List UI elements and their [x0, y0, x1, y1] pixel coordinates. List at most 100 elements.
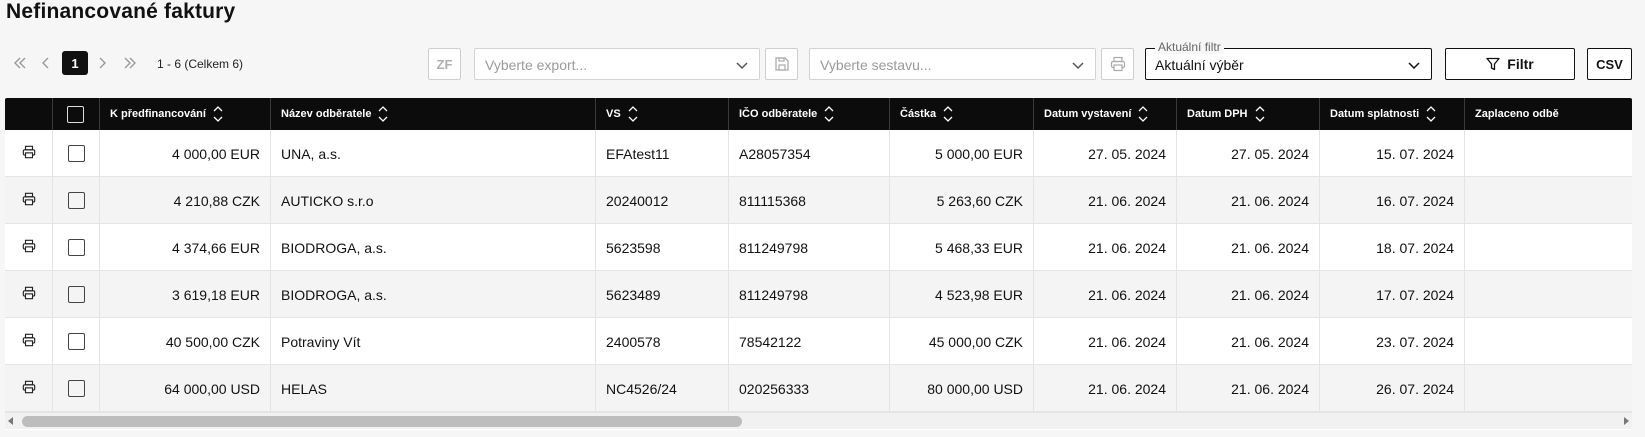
- table-header: K předfinancování Název odběratele VS IČO o…: [5, 98, 1632, 130]
- sort-icon[interactable]: [213, 104, 223, 124]
- cell-datum-vystaveni: 21. 06. 2024: [1034, 365, 1177, 412]
- table-row[interactable]: 40 500,00 CZK Potraviny Vít 2400578 7854212…: [5, 318, 1632, 365]
- horizontal-scrollbar[interactable]: [5, 412, 1632, 429]
- sort-icon[interactable]: [378, 104, 388, 124]
- cell-nazev-odberatele: BIODROGA, a.s.: [271, 271, 596, 318]
- row-select-cell: [53, 177, 100, 224]
- row-checkbox[interactable]: [67, 192, 85, 209]
- printer-icon[interactable]: [22, 333, 36, 350]
- sestava-select[interactable]: Vyberte sestavu...: [809, 48, 1096, 80]
- double-chevron-left-icon: [14, 57, 26, 69]
- column-header-k-predfinancovani[interactable]: K předfinancování: [100, 98, 271, 130]
- filter-icon: [1486, 57, 1500, 71]
- prev-page-button[interactable]: [37, 51, 55, 75]
- printer-icon[interactable]: [22, 239, 36, 256]
- sort-icon[interactable]: [1255, 104, 1265, 124]
- last-page-button[interactable]: [120, 51, 140, 75]
- column-header-datum-splatnosti[interactable]: Datum splatnosti: [1320, 98, 1465, 130]
- table-row[interactable]: 4 374,66 EUR BIODROGA, a.s. 5623598 8112497…: [5, 224, 1632, 271]
- cell-vs: 5623598: [596, 224, 729, 271]
- table-row[interactable]: 4 210,88 CZK AUTICKO s.r.o 20240012 8111153…: [5, 177, 1632, 224]
- cell-datum-splatnosti: 18. 07. 2024: [1320, 224, 1465, 271]
- table-row[interactable]: 4 000,00 EUR UNA, a.s. EFAtest11 A28057354 5…: [5, 130, 1632, 177]
- column-header-label: Název odběratele: [281, 108, 372, 120]
- row-checkbox[interactable]: [67, 239, 85, 256]
- sort-icon[interactable]: [824, 104, 834, 124]
- first-page-button[interactable]: [10, 51, 30, 75]
- column-header-vs[interactable]: VS: [596, 98, 729, 130]
- filter-button[interactable]: Filtr: [1445, 48, 1575, 80]
- double-chevron-right-icon: [124, 57, 136, 69]
- scroll-left-arrow[interactable]: [8, 417, 13, 425]
- scroll-right-arrow[interactable]: [1624, 417, 1629, 425]
- row-print-cell: [5, 130, 53, 177]
- column-header-label: VS: [606, 108, 621, 120]
- row-select-cell: [53, 271, 100, 318]
- cell-datum-vystaveni: 21. 06. 2024: [1034, 271, 1177, 318]
- save-icon: [774, 57, 789, 71]
- sort-icon[interactable]: [1138, 104, 1148, 124]
- column-header-label: Datum splatnosti: [1330, 108, 1420, 120]
- export-select[interactable]: Vyberte export...: [474, 48, 760, 80]
- cell-castka: 4 523,98 EUR: [890, 271, 1034, 318]
- current-filter-label: Aktuální filtr: [1155, 40, 1224, 54]
- column-header-label: IČO odběratele: [739, 108, 818, 120]
- printer-icon[interactable]: [22, 286, 36, 303]
- column-header-zaplaceno[interactable]: Zaplaceno odbě: [1465, 98, 1632, 130]
- row-checkbox[interactable]: [67, 333, 85, 350]
- cell-vs: EFAtest11: [596, 130, 729, 177]
- cell-nazev-odberatele: AUTICKO s.r.o: [271, 177, 596, 224]
- cell-datum-splatnosti: 16. 07. 2024: [1320, 177, 1465, 224]
- cell-castka: 5 263,60 CZK: [890, 177, 1034, 224]
- cell-datum-dph: 21. 06. 2024: [1177, 177, 1320, 224]
- sort-icon[interactable]: [1426, 104, 1436, 124]
- row-checkbox[interactable]: [67, 286, 85, 303]
- cell-ico-odberatele: A28057354: [729, 130, 890, 177]
- cell-k-predfinancovani: 4 374,66 EUR: [100, 224, 271, 271]
- column-header-nazev-odberatele[interactable]: Název odběratele: [271, 98, 596, 130]
- cell-k-predfinancovani: 3 619,18 EUR: [100, 271, 271, 318]
- sort-icon[interactable]: [943, 104, 953, 124]
- cell-k-predfinancovani: 4 000,00 EUR: [100, 130, 271, 177]
- cell-ico-odberatele: 811249798: [729, 271, 890, 318]
- cell-datum-vystaveni: 21. 06. 2024: [1034, 224, 1177, 271]
- current-filter-value: Aktuální výběr: [1155, 57, 1244, 73]
- select-all-checkbox[interactable]: [67, 105, 84, 123]
- printer-icon[interactable]: [22, 192, 36, 209]
- row-print-cell: [5, 224, 53, 271]
- column-header-datum-vystaveni[interactable]: Datum vystavení: [1034, 98, 1177, 130]
- row-print-cell: [5, 177, 53, 224]
- sort-icon[interactable]: [628, 104, 638, 124]
- zf-button[interactable]: ZF: [428, 48, 461, 80]
- row-select-cell: [53, 365, 100, 412]
- cell-datum-vystaveni: 21. 06. 2024: [1034, 318, 1177, 365]
- cell-nazev-odberatele: Potraviny Vít: [271, 318, 596, 365]
- column-header-datum-dph[interactable]: Datum DPH: [1177, 98, 1320, 130]
- cell-datum-dph: 21. 06. 2024: [1177, 365, 1320, 412]
- chevron-right-icon: [99, 57, 106, 69]
- printer-icon[interactable]: [22, 380, 36, 397]
- row-checkbox[interactable]: [67, 145, 85, 162]
- save-export-button[interactable]: [765, 48, 798, 80]
- cell-k-predfinancovani: 40 500,00 CZK: [100, 318, 271, 365]
- next-page-button[interactable]: [93, 51, 111, 75]
- cell-ico-odberatele: 78542122: [729, 318, 890, 365]
- cell-nazev-odberatele: HELAS: [271, 365, 596, 412]
- invoices-table: K předfinancování Název odběratele VS IČO o…: [5, 98, 1632, 430]
- filter-button-label: Filtr: [1507, 56, 1534, 72]
- column-header-ico-odberatele[interactable]: IČO odběratele: [729, 98, 890, 130]
- table-row[interactable]: 3 619,18 EUR BIODROGA, a.s. 5623489 8112497…: [5, 271, 1632, 318]
- table-row[interactable]: 64 000,00 USD HELAS NC4526/24 020256333 80 0…: [5, 365, 1632, 412]
- csv-export-button[interactable]: CSV: [1587, 48, 1632, 80]
- printer-icon[interactable]: [22, 145, 36, 162]
- current-page-button[interactable]: 1: [62, 51, 88, 75]
- cell-datum-splatnosti: 23. 07. 2024: [1320, 318, 1465, 365]
- cell-vs: 5623489: [596, 271, 729, 318]
- cell-datum-splatnosti: 15. 07. 2024: [1320, 130, 1465, 177]
- cell-vs: 2400578: [596, 318, 729, 365]
- pagination-range: 1 - 6 (Celkem 6): [157, 57, 244, 71]
- print-report-button[interactable]: [1101, 48, 1134, 80]
- row-checkbox[interactable]: [67, 380, 85, 397]
- scrollbar-thumb[interactable]: [22, 416, 742, 427]
- column-header-castka[interactable]: Částka: [890, 98, 1034, 130]
